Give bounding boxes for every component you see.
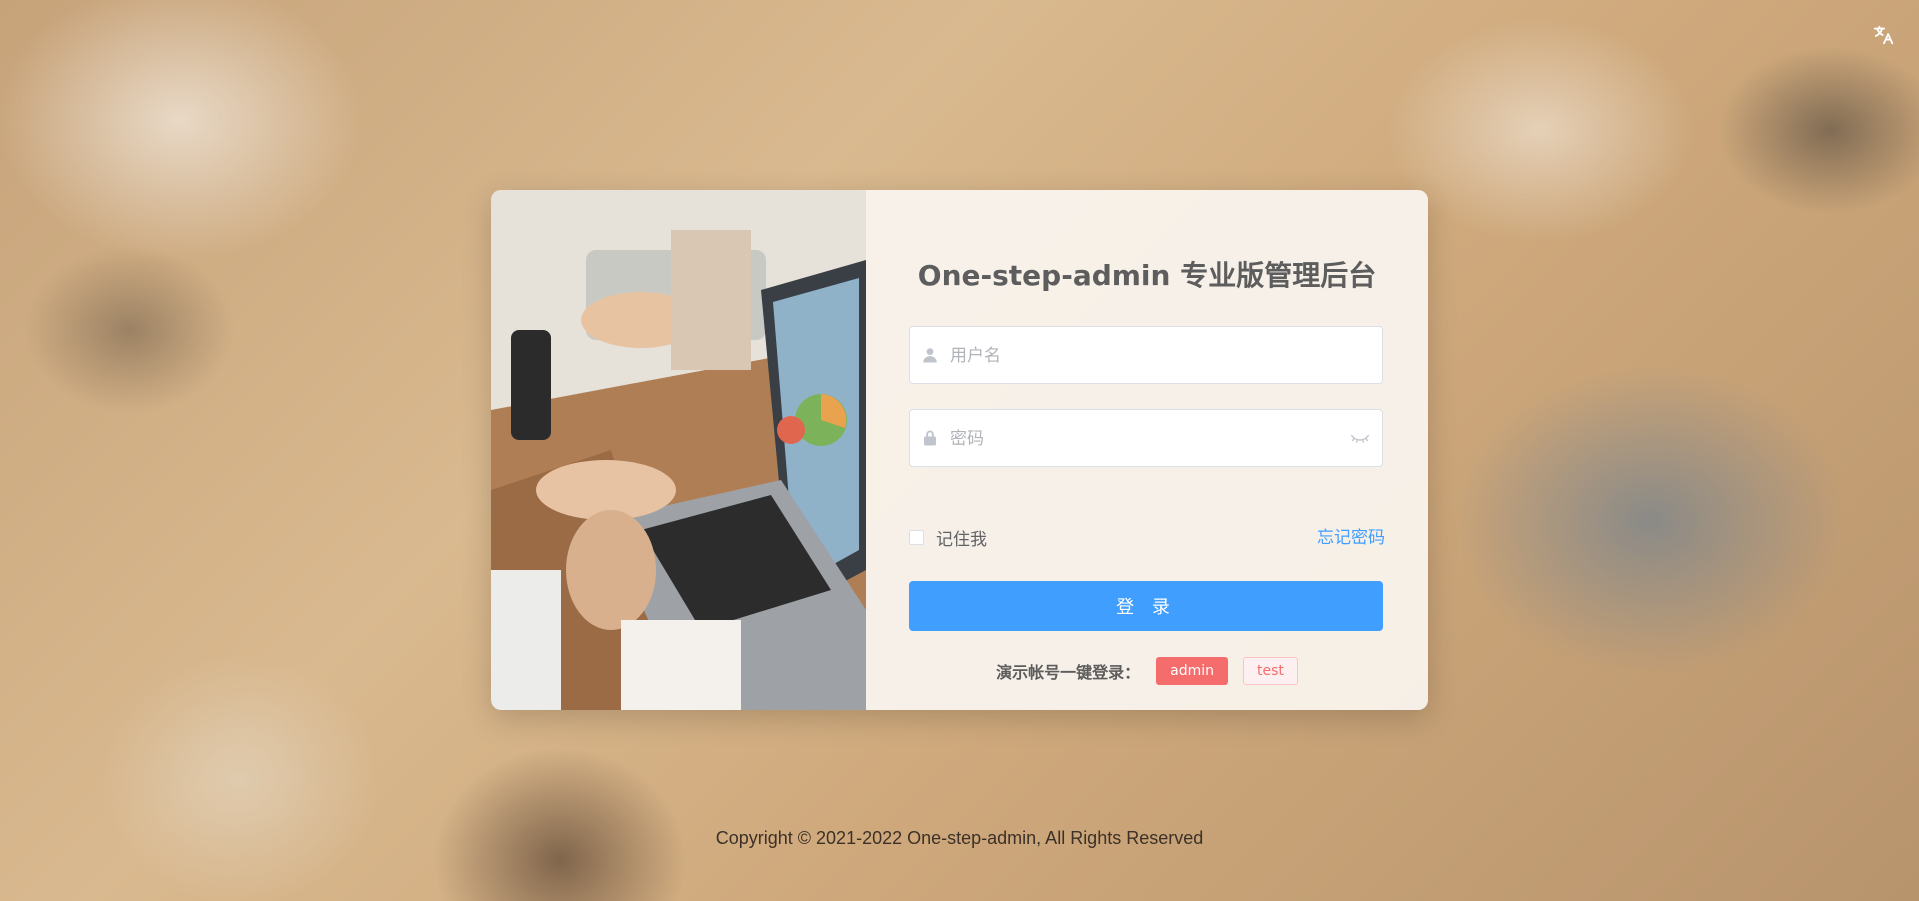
page-title: One-step-admin 专业版管理后台	[917, 259, 1377, 292]
copyright-footer: Copyright © 2021-2022 One-step-admin, Al…	[715, 828, 1204, 848]
login-card: One-step-admin 专业版管理后台 用户名 记住我 忘记密码 登 录 …	[491, 190, 1428, 710]
lock-icon	[921, 429, 939, 447]
eye-closed-icon[interactable]	[1350, 430, 1370, 446]
office-meeting-image	[491, 190, 866, 710]
user-icon	[921, 346, 939, 364]
password-input[interactable]	[948, 410, 1352, 468]
remember-me-label: 记住我	[936, 530, 987, 550]
password-field[interactable]	[909, 409, 1383, 468]
username-input[interactable]	[948, 327, 1352, 385]
demo-account-admin[interactable]: admin	[1156, 657, 1228, 685]
login-form: One-step-admin 专业版管理后台 用户名 记住我 忘记密码 登 录 …	[866, 190, 1428, 710]
demo-login-row: 演示帐号一键登录： admin test	[866, 657, 1428, 685]
remember-me-checkbox[interactable]: 记住我	[909, 525, 987, 550]
login-button[interactable]: 登 录	[909, 581, 1383, 631]
forgot-password-link[interactable]: 忘记密码	[1317, 523, 1385, 548]
username-field[interactable]	[909, 326, 1383, 385]
checkbox-box[interactable]	[909, 530, 924, 545]
demo-account-test[interactable]: test	[1243, 657, 1298, 685]
language-switch-icon[interactable]	[1873, 24, 1895, 46]
demo-login-label: 演示帐号一键登录：	[996, 663, 1141, 682]
